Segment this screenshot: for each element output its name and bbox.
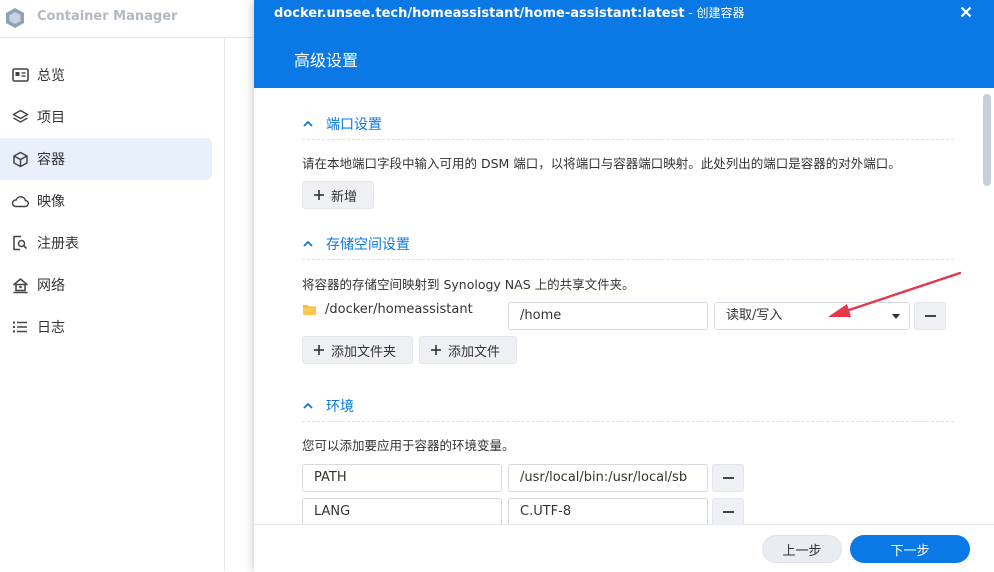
layers-icon	[11, 108, 29, 126]
minus-icon	[722, 511, 734, 513]
sidebar-item-label: 注册表	[37, 236, 79, 252]
annotation-arrow	[828, 271, 962, 317]
list-icon	[11, 318, 29, 336]
app-title: Container Manager	[37, 9, 178, 24]
folder-path: /docker/homeassistant	[325, 302, 473, 317]
sidebar: 总览 项目 容器 映像 注册表 网络 日志	[0, 38, 225, 571]
sidebar-item-label: 项目	[37, 110, 65, 126]
chevron-up-icon	[303, 402, 313, 409]
env-description: 您可以添加要应用于容器的环境变量。	[302, 438, 515, 453]
close-icon	[960, 6, 972, 18]
add-port-button[interactable]: 新增	[302, 181, 374, 209]
close-button[interactable]	[956, 2, 976, 22]
cloud-icon	[11, 192, 29, 210]
folder-icon	[303, 305, 316, 315]
plus-icon	[431, 345, 441, 355]
env-key-input[interactable]: LANG	[302, 498, 502, 524]
sidebar-item-registry[interactable]: 注册表	[0, 222, 212, 264]
add-port-label: 新增	[331, 189, 358, 205]
add-folder-button[interactable]: 添加文件夹	[302, 336, 413, 364]
section-title: 环境	[326, 399, 354, 415]
create-container-dialog: docker.unsee.tech/homeassistant/home-ass…	[254, 0, 994, 572]
network-house-icon	[11, 276, 29, 294]
section-title: 存储空间设置	[326, 237, 410, 253]
remove-env-button[interactable]	[712, 498, 744, 524]
volume-folder: /docker/homeassistant	[302, 302, 473, 317]
section-env-toggle[interactable]: 环境	[302, 395, 354, 417]
dialog-footer: 上一步 下一步	[254, 524, 994, 572]
sidebar-item-log[interactable]: 日志	[0, 306, 212, 348]
sidebar-item-image[interactable]: 映像	[0, 180, 212, 222]
sidebar-item-label: 日志	[37, 320, 65, 336]
container-manager-logo-icon	[6, 8, 24, 28]
next-step-button[interactable]: 下一步	[850, 535, 970, 563]
permission-value: 读取/写入	[726, 308, 783, 323]
chevron-up-icon	[303, 120, 313, 127]
sidebar-item-network[interactable]: 网络	[0, 264, 212, 306]
env-value-input[interactable]: C.UTF-8	[508, 498, 708, 524]
previous-step-button[interactable]: 上一步	[762, 535, 842, 563]
sidebar-item-label: 映像	[37, 194, 65, 210]
storage-description: 将容器的存储空间映射到 Synology NAS 上的共享文件夹。	[302, 277, 635, 292]
section-title: 端口设置	[326, 117, 382, 133]
sidebar-item-project[interactable]: 项目	[0, 96, 212, 138]
chevron-up-icon	[303, 240, 313, 247]
content-background	[225, 38, 254, 571]
cube-icon	[11, 150, 29, 168]
env-key-input[interactable]: PATH	[302, 464, 502, 492]
sidebar-item-overview[interactable]: 总览	[0, 54, 212, 96]
sidebar-item-label: 容器	[37, 152, 65, 168]
section-divider	[302, 421, 954, 422]
add-file-button[interactable]: 添加文件	[419, 336, 517, 364]
add-folder-label: 添加文件夹	[331, 344, 397, 360]
section-ports-toggle[interactable]: 端口设置	[302, 113, 382, 135]
sidebar-item-label: 总览	[37, 68, 65, 84]
sidebar-item-container[interactable]: 容器	[0, 138, 212, 180]
dialog-header: docker.unsee.tech/homeassistant/home-ass…	[254, 0, 994, 88]
registry-search-icon	[11, 234, 29, 252]
section-divider	[302, 139, 954, 140]
minus-icon	[722, 477, 734, 479]
remove-env-button[interactable]	[712, 464, 744, 492]
scrollbar-thumb[interactable]	[983, 94, 991, 186]
step-title: 高级设置	[294, 51, 359, 70]
plus-icon	[314, 190, 324, 200]
dialog-title: docker.unsee.tech/homeassistant/home-ass…	[274, 4, 745, 21]
overview-icon	[11, 66, 29, 84]
plus-icon	[314, 345, 324, 355]
dialog-title-suffix: - 创建容器	[684, 6, 745, 20]
section-divider	[302, 259, 954, 260]
add-file-label: 添加文件	[448, 344, 501, 360]
section-storage-toggle[interactable]: 存储空间设置	[302, 233, 410, 255]
image-name: docker.unsee.tech/homeassistant/home-ass…	[274, 6, 685, 21]
env-value-input[interactable]: /usr/local/bin:/usr/local/sb	[508, 464, 708, 492]
ports-description: 请在本地端口字段中输入可用的 DSM 端口，以将端口与容器端口映射。此处列出的端…	[302, 156, 901, 171]
mount-path-input[interactable]: /home	[508, 302, 708, 330]
sidebar-item-label: 网络	[37, 278, 65, 294]
